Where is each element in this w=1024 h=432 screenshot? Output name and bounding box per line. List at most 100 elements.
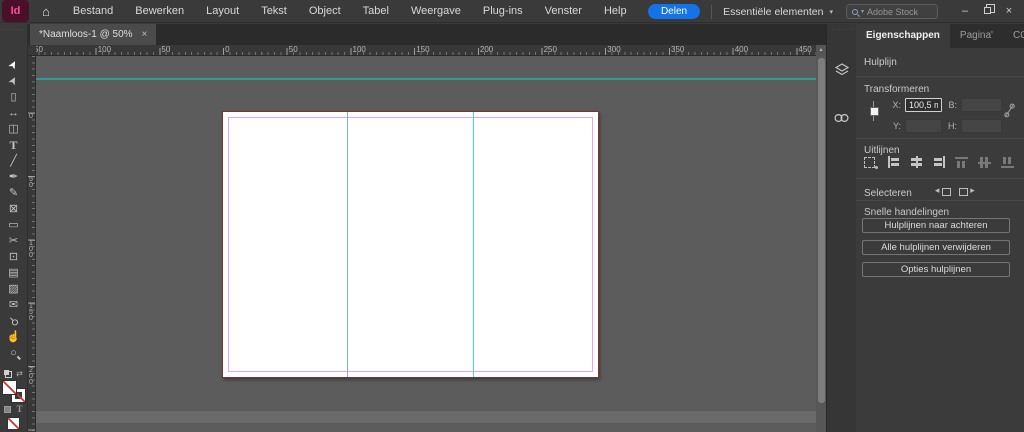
menu-item[interactable]: Bestand <box>62 0 124 23</box>
panel-tab[interactable]: Eigenschappen <box>856 24 950 48</box>
pen-tool[interactable]: ✒ <box>0 169 27 185</box>
divider <box>856 200 1024 201</box>
swap-fill-stroke-icon[interactable]: ⇄ <box>16 370 23 378</box>
ruler-label: 450 <box>798 45 811 54</box>
panel-dock: ∙∙∙∙∙∙∙∙∙∙ <box>826 24 856 432</box>
chevron-down-icon: ▾ <box>861 8 864 15</box>
indesign-logo[interactable]: Id <box>2 0 29 22</box>
transform-section-title: Transformeren <box>864 84 929 95</box>
menu-item[interactable]: Tekst <box>250 0 298 23</box>
vertical-scrollbar[interactable] <box>816 56 826 432</box>
menu-item[interactable]: Layout <box>195 0 250 23</box>
ruler-corner[interactable] <box>28 45 36 56</box>
apply-none-swatch[interactable] <box>7 417 20 430</box>
quick-actions-title: Snelle handelingen <box>864 207 949 218</box>
height-input[interactable] <box>961 119 1002 133</box>
document-tab-title: *Naamloos-1 @ 50% <box>39 29 133 40</box>
menu-item[interactable]: Help <box>593 0 638 23</box>
width-input[interactable] <box>961 98 1002 112</box>
align-right-icon[interactable] <box>931 155 948 169</box>
x-position-input[interactable] <box>905 98 942 112</box>
fill-stroke-indicator[interactable] <box>3 381 25 402</box>
content-collector-tool[interactable]: ◫ <box>0 121 27 137</box>
gap-tool[interactable]: ↔ <box>0 105 27 121</box>
menu-item[interactable]: Venster <box>534 0 593 23</box>
dock-grip-dots: ∙∙∙∙∙∙∙∙∙∙ <box>830 28 854 32</box>
ruler-label: 0 <box>225 45 229 54</box>
formatting-affects-text-toggle[interactable]: T <box>16 405 22 414</box>
pencil-tool[interactable]: ✎ <box>0 185 27 201</box>
align-top-icon[interactable] <box>954 155 971 169</box>
vertical-ruler[interactable]: 050100150200 <box>28 56 36 432</box>
select-section-title: Selecteren <box>864 188 912 199</box>
scrollbar-thumb[interactable] <box>818 58 825 403</box>
menu-item[interactable]: Object <box>298 0 352 23</box>
vertical-guide-cyan[interactable] <box>473 112 474 377</box>
tools-grip-dots: ∙∙∙∙∙∙∙∙∙∙ <box>0 28 27 32</box>
tab-close-icon[interactable]: × <box>142 29 148 40</box>
select-previous-icon[interactable] <box>934 185 952 197</box>
align-v-center-icon[interactable] <box>977 155 994 169</box>
y-position-input[interactable] <box>905 119 942 133</box>
panel-tabs: EigenschappenPagina'CC Libra <box>856 24 1024 48</box>
quick-action-button[interactable]: Alle hulplijnen verwijderen <box>862 240 1010 255</box>
adobe-stock-search[interactable]: ▾ Adobe Stock <box>846 4 938 19</box>
ruler-label: 50 <box>289 45 298 54</box>
ruler-label: 50 <box>161 45 170 54</box>
vertical-guide-blue[interactable] <box>347 112 348 377</box>
scissors-tool[interactable]: ✂ <box>0 233 27 249</box>
close-button[interactable]: × <box>998 0 1020 23</box>
restore-button[interactable] <box>976 0 998 23</box>
horizontal-scrollbar[interactable] <box>36 410 816 423</box>
align-to-selection-icon[interactable] <box>862 155 879 169</box>
default-fill-stroke-icon[interactable] <box>4 370 12 378</box>
gradient-swatch-tool[interactable]: ▤ <box>0 265 27 281</box>
home-icon[interactable]: ⌂ <box>42 0 50 23</box>
layers-panel-icon[interactable] <box>834 62 850 78</box>
rectangle-frame-tool[interactable]: ⊠ <box>0 201 27 217</box>
free-transform-tool[interactable]: ⊡ <box>0 249 27 265</box>
scroll-up-arrow[interactable]: ▴ <box>816 45 826 56</box>
rectangle-tool[interactable]: ▭ <box>0 217 27 233</box>
menu-item[interactable]: Plug-ins <box>472 0 534 23</box>
menu-item[interactable]: Weergave <box>400 0 472 23</box>
gradient-feather-tool[interactable]: ▨ <box>0 281 27 297</box>
ruler-label: 0 <box>29 114 35 120</box>
links-panel-icon[interactable] <box>833 112 850 124</box>
formatting-affects-container-toggle[interactable] <box>4 406 11 413</box>
horizontal-ruler[interactable]: 5010050050100150200250300350400450 <box>36 45 816 56</box>
minimize-button[interactable]: – <box>954 0 976 23</box>
document-page[interactable] <box>222 111 599 378</box>
search-placeholder: Adobe Stock <box>867 7 918 17</box>
zoom-tool[interactable]: ○ <box>0 345 27 361</box>
ruler-label: 50 <box>29 177 35 189</box>
height-label: H: <box>946 121 957 131</box>
horizontal-ruler-guide[interactable] <box>36 78 816 80</box>
panel-tab[interactable]: CC Libra <box>1003 24 1024 48</box>
panel-tab[interactable]: Pagina' <box>950 24 1003 48</box>
line-tool[interactable]: ╱ <box>0 153 27 169</box>
menu-item[interactable]: Tabel <box>352 0 400 23</box>
workspace-switcher[interactable]: Essentiële elementen ▾ <box>723 6 833 18</box>
panel-body: Hulplijn Transformeren X: B: Y: H: <box>856 48 1024 432</box>
pasteboard[interactable]: 050100150200 <box>28 56 826 432</box>
ruler-label: 150 <box>29 304 35 322</box>
quick-action-button[interactable]: Opties hulplijnen <box>862 262 1010 277</box>
reference-point-proxy[interactable] <box>868 101 879 121</box>
align-bottom-icon[interactable] <box>1000 155 1017 169</box>
y-label: Y: <box>890 121 901 131</box>
type-tool[interactable]: T <box>0 137 27 153</box>
select-next-icon[interactable] <box>958 185 976 197</box>
menu-item[interactable]: Bewerken <box>124 0 195 23</box>
quick-action-button[interactable]: Hulplijnen naar achteren <box>862 218 1010 233</box>
fill-swatch-none[interactable] <box>3 381 16 394</box>
align-left-icon[interactable] <box>885 155 902 169</box>
ruler-label: 350 <box>671 45 684 54</box>
constrain-proportions-icon[interactable] <box>1004 103 1015 118</box>
logo-text: Id <box>11 5 21 17</box>
margin-guides <box>228 117 593 372</box>
align-icons-row <box>862 155 1017 169</box>
document-tab[interactable]: *Naamloos-1 @ 50% × <box>30 24 156 45</box>
align-h-center-icon[interactable] <box>908 155 925 169</box>
share-button[interactable]: Delen <box>648 4 700 19</box>
